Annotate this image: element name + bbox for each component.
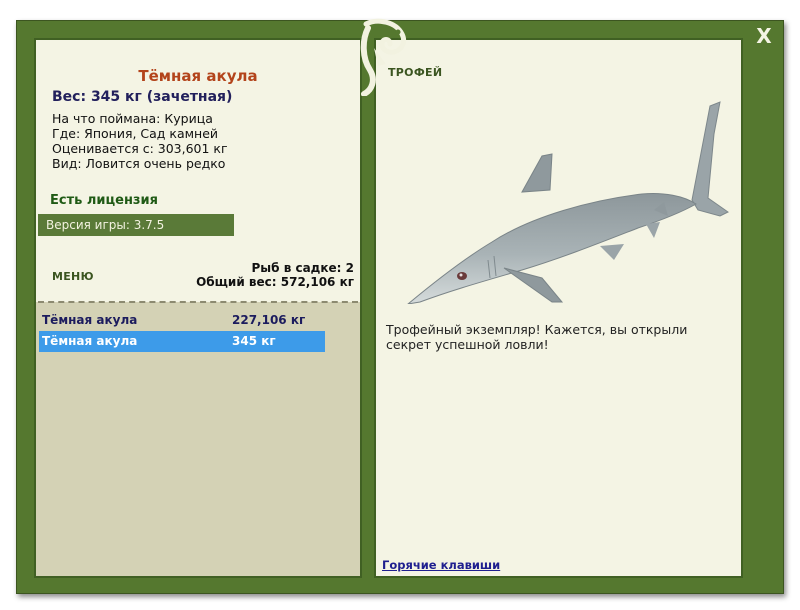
fish-title: Тёмная акула <box>138 67 258 85</box>
fish-bait: На что поймана: Курица <box>52 111 213 126</box>
catch-list: Тёмная акула 227,106 кг Тёмная акула 345… <box>39 310 325 352</box>
catch-weight: 345 кг <box>232 334 276 348</box>
fish-info-area: Тёмная акула Вес: 345 кг (зачетная) На ч… <box>36 40 360 302</box>
catch-name: Тёмная акула <box>42 334 138 348</box>
catch-row-selected[interactable]: Тёмная акула 345 кг <box>39 331 325 352</box>
catch-row[interactable]: Тёмная акула 227,106 кг <box>39 310 325 331</box>
license-status: Есть лицензия <box>50 193 158 208</box>
catch-name: Тёмная акула <box>42 313 138 327</box>
close-button[interactable]: X <box>752 24 776 48</box>
fish-weight: Вес: 345 кг (зачетная) <box>52 89 233 105</box>
menu-button[interactable]: МЕНЮ <box>52 270 94 283</box>
catch-weight: 227,106 кг <box>232 313 306 327</box>
fish-location: Где: Япония, Сад камней <box>52 126 219 141</box>
fish-rated: Оценивается с: 303,601 кг <box>52 141 228 156</box>
version-bar: Версия игры: 3.7.5 <box>38 214 234 236</box>
shark-image <box>407 101 729 304</box>
chameleon-logo-icon <box>360 18 407 96</box>
left-panel: Тёмная акула Вес: 345 кг (зачетная) На ч… <box>34 38 362 578</box>
keepnet-total-weight: Общий вес: 572,106 кг <box>196 275 354 289</box>
keepnet-count: Рыб в садке: 2 <box>251 261 355 275</box>
trophy-panel: ТРОФЕЙ Трофейный экземпляр! Кажется, вы … <box>374 38 743 578</box>
list-divider <box>38 301 358 303</box>
trophy-description: Трофейный экземпляр! Кажется, вы открыли… <box>386 322 688 352</box>
fish-type: Вид: Ловится очень редко <box>52 156 226 171</box>
hotkeys-link[interactable]: Горячие клавиши <box>382 558 500 572</box>
